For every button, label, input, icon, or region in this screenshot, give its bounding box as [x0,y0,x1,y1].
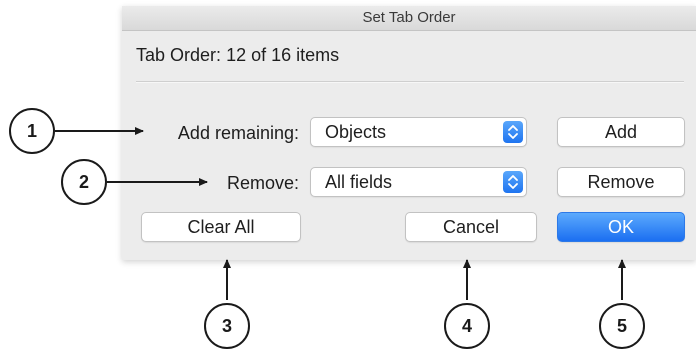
callout-1: 1 [9,108,55,154]
callout-3: 3 [204,303,250,349]
callout-5: 5 [599,303,645,349]
callout-2: 2 [61,159,107,205]
callout-4: 4 [444,303,490,349]
